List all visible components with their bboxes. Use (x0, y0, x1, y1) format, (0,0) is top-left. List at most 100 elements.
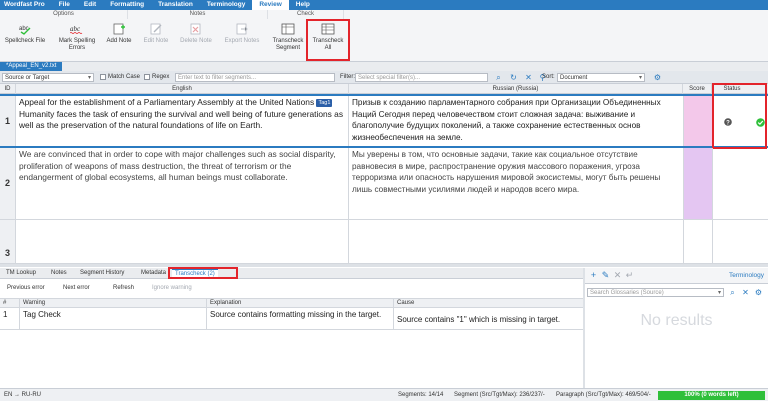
next-error-button[interactable]: Next error (63, 283, 90, 293)
delete-note-button[interactable]: Delete Note (177, 23, 215, 61)
mark-spelling-errors-button[interactable]: abc Mark Spelling Errors (54, 23, 100, 61)
menu-file[interactable]: File (52, 0, 77, 10)
no-results-message: No results (640, 312, 713, 329)
target-cell[interactable]: Мы уверены в том, что основные задачи, т… (349, 148, 683, 219)
export-notes-label: Export Notes (224, 38, 260, 44)
paragraph-length: Paragraph (Src/Tgt/Max): 469/504/- (556, 392, 651, 398)
tab-segment-history[interactable]: Segment History (77, 268, 127, 279)
col-target-header: Russian (Russia) (349, 84, 683, 94)
glossary-search-input[interactable]: Search Glossaries (Source) ▾ (587, 288, 724, 297)
spellcheck-icon: abc (19, 26, 31, 35)
progress-label: 100% (0 words left) (684, 392, 739, 398)
source-cell[interactable]: We are convinced that in order to cope w… (16, 148, 349, 219)
document-tab[interactable]: *Appeal_EN_v2.txt (0, 62, 63, 71)
status-column-highlight (712, 83, 767, 149)
previous-error-button[interactable]: Previous error (7, 283, 45, 293)
col-number-header: # (0, 299, 20, 308)
search-icon[interactable]: ⌕ (494, 73, 503, 82)
source-text-cont: Humanity faces the task of ensuring the … (19, 108, 344, 131)
source-cell[interactable] (16, 220, 349, 263)
target-cell[interactable]: Призыв к созданию парламентарного собран… (349, 96, 683, 146)
clear-search-icon[interactable]: ✕ (741, 288, 750, 297)
sort-select[interactable]: Document ▾ (557, 73, 645, 82)
search-icon[interactable]: ⌕ (728, 288, 737, 297)
menu-edit[interactable]: Edit (77, 0, 103, 10)
menu-bar: Wordfast Pro File Edit Formatting Transl… (0, 0, 768, 10)
refresh-icon[interactable]: ↻ (509, 73, 518, 82)
settings-gear-icon[interactable]: ⚙ (754, 288, 763, 297)
app-window: Wordfast Pro File Edit Formatting Transl… (0, 0, 768, 401)
add-term-icon[interactable]: + (589, 271, 598, 280)
settings-gear-icon[interactable]: ⚙ (653, 73, 662, 82)
terminology-search-bar: Search Glossaries (Source) ▾ ⌕ ✕ ⚙ (585, 286, 768, 298)
source-cell[interactable]: Appeal for the establishment of a Parlia… (16, 96, 349, 146)
add-note-label: Add Note (106, 38, 132, 44)
refresh-button[interactable]: Refresh (113, 283, 134, 293)
tab-tm-lookup[interactable]: TM Lookup (3, 268, 39, 279)
status-cell (712, 220, 768, 263)
language-pair: EN → RU-RU (4, 392, 41, 398)
menu-terminology[interactable]: Terminology (200, 0, 253, 10)
ignore-warning-button[interactable]: Ignore warning (152, 283, 192, 293)
col-cause-header: Cause (397, 300, 415, 306)
segment-row-2[interactable]: 2 We are convinced that in order to cope… (0, 148, 768, 220)
transcheck-row[interactable]: 1 Tag Check Source contains formatting m… (0, 308, 583, 330)
match-case-checkbox[interactable] (100, 74, 106, 80)
source-text: Appeal for the establishment of a Parlia… (19, 97, 315, 107)
segment-grid-header: ID English Russian (Russia) Score Status (0, 84, 768, 94)
sort-select-value: Document (560, 75, 588, 81)
transcheck-toolbar: Previous error Next error Refresh Ignore… (0, 281, 583, 295)
app-menu[interactable]: Wordfast Pro (0, 0, 52, 10)
mark-spelling-errors-label: Mark Spelling Errors (58, 38, 96, 51)
edit-note-button[interactable]: Edit Note (140, 23, 172, 61)
pane-splitter[interactable] (0, 264, 768, 267)
col-explanation-header: Explanation (207, 299, 394, 308)
transcheck-tab-highlight (168, 267, 238, 279)
col-warning-header: Warning (20, 299, 207, 308)
menu-translation[interactable]: Translation (151, 0, 200, 10)
filter-label: Filter: (340, 74, 355, 80)
score-cell (683, 148, 712, 219)
special-filter-select[interactable]: Select special filter(s)... (355, 73, 488, 82)
delete-term-icon[interactable]: ✕ (613, 271, 622, 280)
menu-review[interactable]: Review (252, 0, 289, 10)
delete-note-icon (190, 23, 201, 35)
edit-note-label: Edit Note (143, 38, 169, 44)
glossary-search-placeholder: Search Glossaries (Source) (590, 290, 664, 296)
clear-filter-icon[interactable]: ✕ (524, 73, 533, 82)
insert-term-icon[interactable]: ↵ (625, 271, 634, 280)
transcheck-segment-button[interactable]: Transcheck Segment (271, 23, 305, 61)
regex-checkbox[interactable] (144, 74, 150, 80)
col-source-header: English (16, 84, 349, 94)
tab-metadata[interactable]: Metadata (138, 268, 169, 279)
transcheck-all-highlight (306, 19, 350, 61)
segment-row-1[interactable]: 1 Appeal for the establishment of a Parl… (0, 94, 768, 148)
group-options-label: Options (0, 10, 128, 19)
menu-help[interactable]: Help (289, 0, 317, 10)
score-cell (683, 220, 712, 263)
segment-length: Segment (Src/Tgt/Max): 236/237/- (454, 392, 545, 398)
segment-id: 2 (0, 148, 16, 219)
filter-bar: Source or Target ▾ Match Case Regex Ente… (0, 71, 768, 84)
spelling-errors-icon: abc (70, 25, 83, 34)
export-notes-button[interactable]: Export Notes (221, 23, 263, 61)
edit-term-icon[interactable]: ✎ (601, 271, 610, 280)
segment-id: 3 (0, 220, 16, 263)
scope-select[interactable]: Source or Target ▾ (2, 73, 94, 82)
ribbon: Options Notes Check abc Spellcheck File … (0, 10, 768, 62)
target-cell[interactable] (349, 220, 683, 263)
warning-cause: Source contains "1" which is missing in … (397, 315, 561, 324)
segment-filter-input[interactable]: Enter text to filter segments... (175, 73, 335, 82)
sort-label: Sort: (542, 74, 555, 80)
segment-row-3[interactable]: 3 (0, 220, 768, 264)
tab-notes[interactable]: Notes (48, 268, 70, 279)
menu-formatting[interactable]: Formatting (103, 0, 151, 10)
transcheck-segment-icon (281, 23, 295, 35)
document-tab-strip: *Appeal_EN_v2.txt (0, 62, 768, 71)
add-note-button[interactable]: Add Note (104, 23, 134, 61)
scope-select-value: Source or Target (5, 75, 50, 81)
spellcheck-file-button[interactable]: abc Spellcheck File (3, 23, 47, 61)
bottom-tab-strip: TM Lookup Notes Segment History Metadata… (0, 267, 583, 279)
add-note-icon (113, 23, 125, 35)
formatting-tag[interactable]: Tag1 (316, 99, 333, 107)
